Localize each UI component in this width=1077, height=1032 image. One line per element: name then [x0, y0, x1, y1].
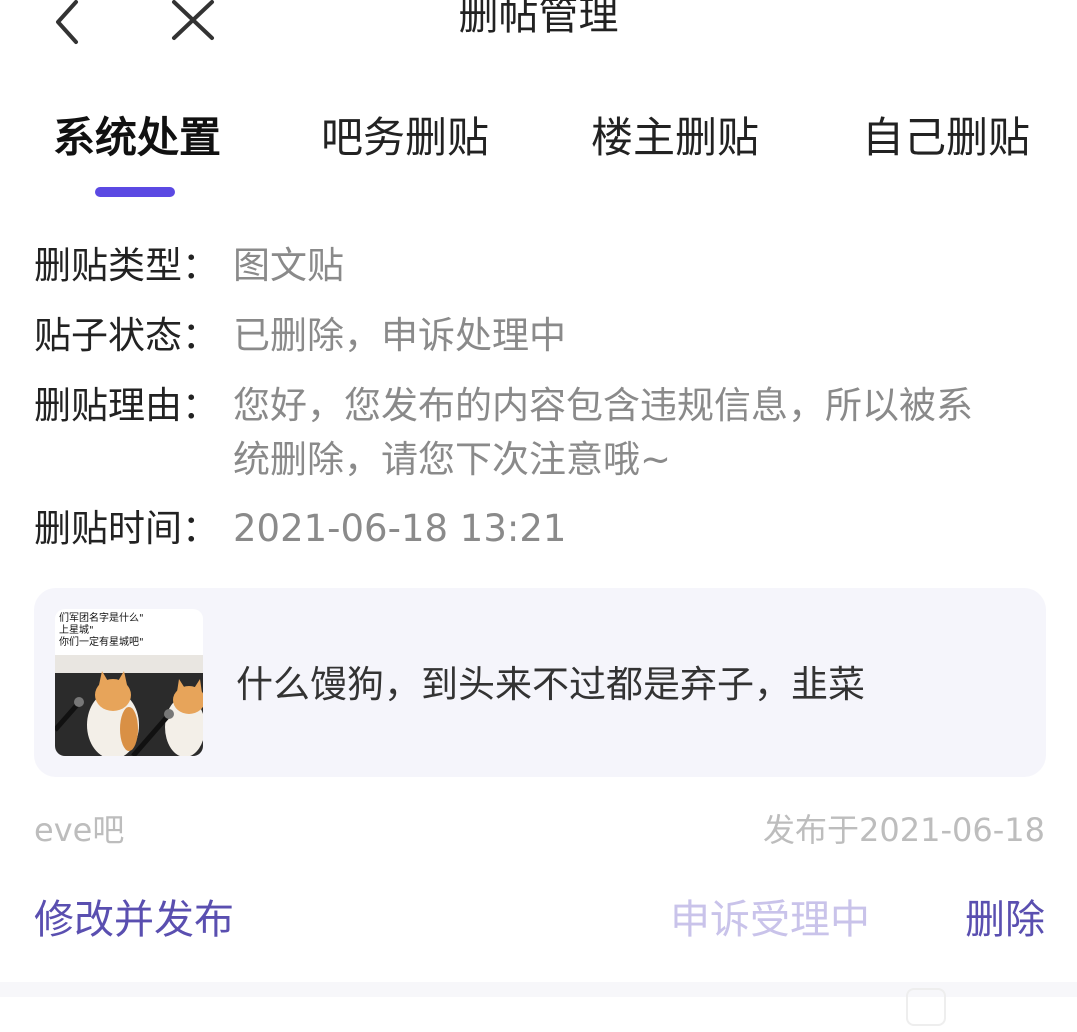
post-text: 什么馒狗，到头来不过都是弃子，韭菜	[236, 663, 865, 706]
tab-system-disposal[interactable]: 系统处置	[53, 108, 221, 168]
appeal-status-label: 申诉受理中	[670, 897, 870, 943]
delete-button[interactable]: 删除	[965, 890, 1045, 950]
forum-name: eve吧	[34, 811, 125, 849]
cat-image	[55, 655, 203, 756]
delete-reason-value-line1: 您好，您发布的内容包含违规信息，所以被系	[233, 384, 973, 427]
post-status-label: 贴子状态：	[34, 314, 219, 357]
publish-date: 发布于2021-06-18	[763, 811, 1045, 849]
delete-time-value: 2021-06-18 13:21	[233, 507, 567, 550]
post-thumbnail: 们军团名字是什么" 上星城" 你们一定有星城吧"	[55, 609, 203, 756]
thumbnail-caption: 们军团名字是什么" 上星城" 你们一定有星城吧"	[59, 613, 144, 648]
tab-op-deleted[interactable]: 楼主删贴	[591, 108, 759, 168]
delete-reason-value-line2: 统删除，请您下次注意哦~	[233, 438, 672, 481]
delete-time-label: 删贴时间：	[34, 507, 219, 550]
active-tab-indicator	[95, 187, 175, 197]
delete-type-label: 删贴类型：	[34, 244, 219, 287]
tab-bar-admin-deleted[interactable]: 吧务删贴	[321, 108, 489, 168]
delete-type-value: 图文贴	[233, 244, 344, 287]
post-status-value: 已删除，申诉处理中	[233, 314, 566, 357]
edit-and-publish-button[interactable]: 修改并发布	[34, 890, 234, 950]
tab-self-deleted[interactable]: 自己删贴	[862, 108, 1030, 168]
page-title: 删帖管理	[458, 0, 619, 39]
delete-reason-label: 删贴理由：	[34, 384, 219, 427]
watermark-icon	[906, 988, 946, 1026]
